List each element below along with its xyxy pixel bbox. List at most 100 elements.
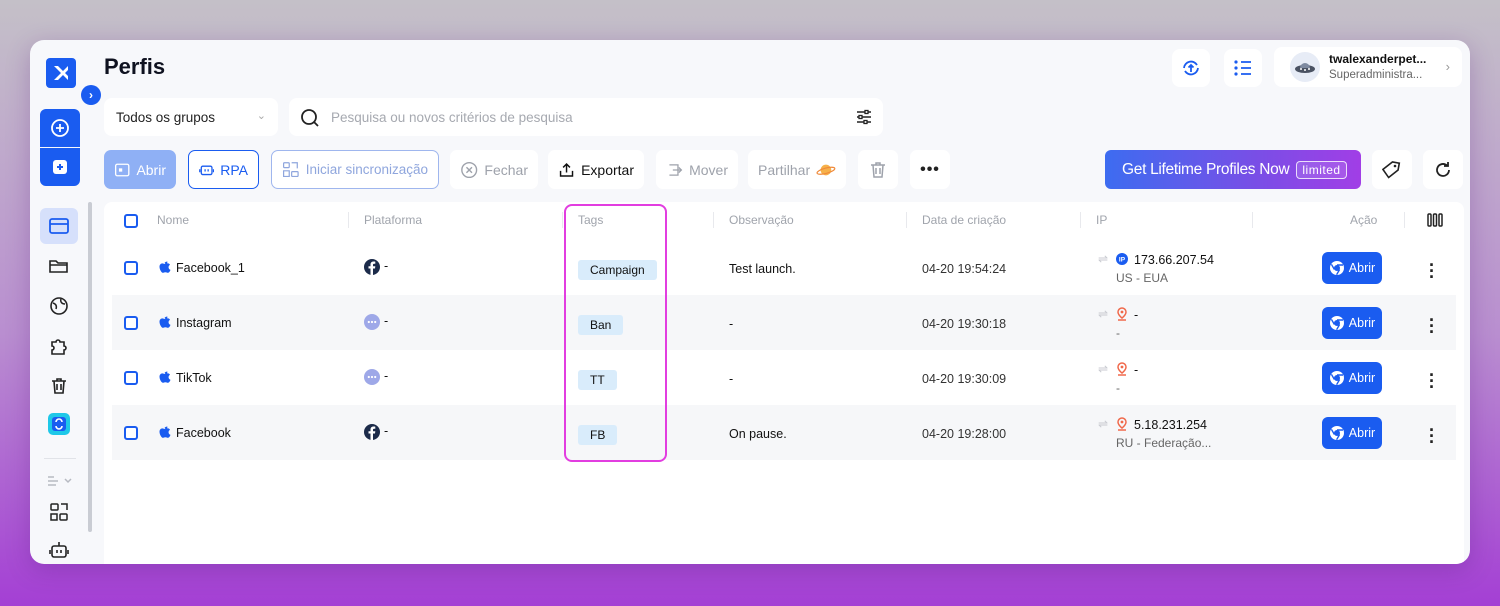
quick-create-button[interactable]: [40, 148, 80, 186]
table-row[interactable]: Instagram - Ban - 04-20 19:30:18 ⇌ - - A…: [112, 295, 1456, 350]
row-checkbox[interactable]: [124, 426, 138, 440]
plus-circle-icon: [51, 119, 69, 137]
apple-icon: [159, 371, 171, 383]
open-button[interactable]: Abrir: [104, 150, 176, 189]
column-settings-icon[interactable]: [1427, 213, 1443, 227]
platform-value: -: [384, 314, 389, 328]
column-ip[interactable]: IP: [1096, 213, 1107, 227]
open-button-label: Abrir: [136, 161, 166, 178]
user-role: Superadministra...: [1329, 69, 1423, 81]
table-row[interactable]: TikTok - TT - 04-20 19:30:09 ⇌ - - Abrir…: [112, 350, 1456, 405]
swap-icon: ⇌: [1098, 417, 1109, 431]
new-profile-button[interactable]: [40, 109, 80, 147]
sidebar-divider: [44, 458, 76, 459]
profile-name[interactable]: Facebook_1: [176, 261, 245, 275]
ip-address: -: [1134, 308, 1139, 322]
sidebar-item-profiles[interactable]: [40, 208, 78, 244]
filter-settings-icon[interactable]: [855, 108, 873, 126]
tags-column-highlight: [564, 204, 667, 462]
row-checkbox[interactable]: [124, 371, 138, 385]
rpa-button-label: RPA: [220, 161, 248, 178]
column-divider: [1404, 212, 1405, 228]
sidebar-item-sync-windows[interactable]: [40, 494, 78, 530]
page-title: Perfis: [104, 54, 166, 79]
open-profile-button[interactable]: Abrir: [1322, 307, 1382, 339]
sidebar-item-trash[interactable]: [40, 368, 78, 404]
promo-banner[interactable]: Get Lifetime Profiles Now limited: [1105, 150, 1361, 189]
sidebar-item-proxies[interactable]: [40, 288, 78, 324]
note-text: On pause.: [729, 427, 787, 441]
sidebar-expand-icon[interactable]: ›: [81, 85, 101, 105]
refresh-button[interactable]: [1423, 150, 1463, 189]
column-name[interactable]: Nome: [157, 213, 189, 227]
open-profile-label: Abrir: [1348, 261, 1376, 275]
open-profile-button[interactable]: Abrir: [1322, 417, 1382, 449]
search-input[interactable]: [331, 107, 831, 127]
robot-icon: [49, 542, 69, 558]
location-pin-icon: [1117, 417, 1127, 431]
more-dots-icon: [364, 369, 380, 385]
user-menu[interactable]: twalexanderpet... Superadministra... ›: [1274, 47, 1462, 87]
location-pin-icon: [1117, 307, 1127, 321]
more-dots-icon: [364, 314, 380, 330]
tags-button[interactable]: [1372, 150, 1412, 189]
move-button[interactable]: Mover: [656, 150, 738, 189]
chrome-icon: [1329, 426, 1344, 441]
sidebar-item-sync-app[interactable]: [40, 406, 78, 442]
task-list-button[interactable]: [1224, 49, 1262, 87]
table-row[interactable]: Facebook - FB On pause. 04-20 19:28:00 ⇌…: [112, 405, 1456, 460]
start-sync-button[interactable]: Iniciar sincronização: [271, 150, 439, 189]
table-header: Nome Plataforma Tags Observação Data de …: [112, 202, 1456, 240]
trash-icon: [52, 378, 66, 394]
rpa-button[interactable]: RPA: [188, 150, 259, 189]
share-button[interactable]: Partilhar: [748, 150, 846, 189]
created-date: 04-20 19:28:00: [922, 427, 1007, 441]
tools-collapse-icon: [48, 476, 72, 486]
row-menu-icon[interactable]: · · ·: [1428, 256, 1436, 286]
open-profile-label: Abrir: [1348, 316, 1376, 330]
created-date: 04-20 19:30:18: [922, 317, 1007, 331]
sidebar-item-extensions[interactable]: [40, 328, 78, 364]
profile-name[interactable]: Facebook: [176, 426, 231, 440]
export-button[interactable]: Exportar: [548, 150, 644, 189]
column-divider: [348, 212, 349, 228]
upload-sync-button[interactable]: [1172, 49, 1210, 87]
cloud-sync-icon: [1183, 60, 1199, 76]
windows-sync-icon: [50, 503, 68, 521]
close-button[interactable]: Fechar: [450, 150, 538, 189]
sidebar-section-toggle[interactable]: [40, 462, 78, 498]
export-button-label: Exportar: [581, 161, 634, 178]
open-profile-button[interactable]: Abrir: [1322, 362, 1382, 394]
delete-button[interactable]: [858, 150, 898, 189]
column-note[interactable]: Observação: [729, 213, 794, 227]
share-button-label: Partilhar: [758, 161, 811, 178]
ip-location: -: [1116, 326, 1120, 340]
row-menu-icon[interactable]: · · ·: [1428, 366, 1436, 396]
row-menu-icon[interactable]: · · ·: [1428, 421, 1436, 451]
sidebar-scrollbar[interactable]: [88, 202, 92, 532]
move-icon: [669, 163, 683, 176]
column-created[interactable]: Data de criação: [922, 213, 1006, 227]
platform-value: -: [384, 424, 389, 438]
ip-location: -: [1116, 381, 1120, 395]
column-divider: [906, 212, 907, 228]
profile-name[interactable]: TikTok: [176, 371, 212, 385]
folder-icon: [49, 260, 68, 273]
sidebar-item-groups[interactable]: [40, 248, 78, 284]
row-checkbox[interactable]: [124, 261, 138, 275]
row-checkbox[interactable]: [124, 316, 138, 330]
profile-name[interactable]: Instagram: [176, 316, 232, 330]
column-divider: [562, 212, 563, 228]
app-logo[interactable]: [46, 58, 76, 88]
apple-icon: [159, 426, 171, 438]
column-platform[interactable]: Plataforma: [364, 213, 422, 227]
column-divider: [1080, 212, 1081, 228]
row-menu-icon[interactable]: · · ·: [1428, 311, 1436, 341]
sidebar-item-rpa[interactable]: [40, 532, 78, 564]
more-actions-button[interactable]: •••: [910, 150, 950, 189]
group-select[interactable]: Todos os grupos ⌄: [104, 98, 278, 136]
select-all-checkbox[interactable]: [124, 214, 138, 228]
open-profile-button[interactable]: Abrir: [1322, 252, 1382, 284]
table-row[interactable]: Facebook_1 - Campaign Test launch. 04-20…: [112, 240, 1456, 295]
start-sync-label: Iniciar sincronização: [305, 162, 428, 177]
